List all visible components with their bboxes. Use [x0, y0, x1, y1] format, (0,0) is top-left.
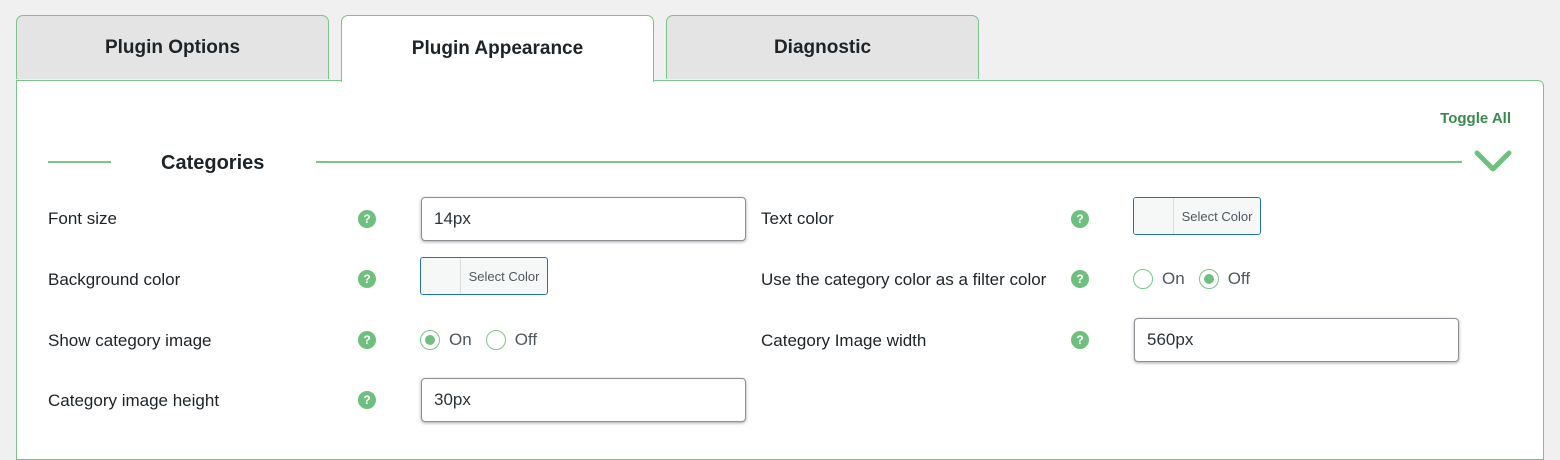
radio-label-on: On [449, 330, 472, 349]
help-icon[interactable]: ? [358, 270, 376, 288]
section-divider-left [48, 161, 111, 163]
tab-diagnostic[interactable]: Diagnostic [666, 15, 979, 79]
font-size-input[interactable] [421, 197, 746, 241]
radio-label-off: Off [1227, 269, 1251, 288]
chevron-down-icon[interactable] [1473, 149, 1513, 175]
category-filter-color-label: Use the category color as a filter color [761, 270, 1047, 289]
category-image-height-input[interactable] [421, 378, 746, 422]
toggle-all-link[interactable]: Toggle All [1440, 110, 1511, 127]
section-title-categories: Categories [161, 152, 265, 174]
color-swatch [421, 258, 461, 294]
help-icon[interactable]: ? [358, 210, 376, 228]
show-category-image-on[interactable]: On [420, 330, 472, 350]
category-filter-color-off[interactable]: Off [1198, 269, 1251, 289]
category-image-width-input[interactable] [1134, 318, 1459, 362]
help-icon[interactable]: ? [1071, 331, 1089, 349]
category-filter-color-radio-group: On Off [1133, 269, 1264, 289]
background-color-label: Background color [48, 270, 181, 289]
category-image-height-label: Category image height [48, 391, 220, 410]
help-icon[interactable]: ? [358, 331, 376, 349]
help-icon[interactable]: ? [1071, 270, 1089, 288]
show-category-image-off[interactable]: Off [485, 330, 538, 350]
radio-button[interactable] [485, 330, 506, 350]
tab-plugin-options[interactable]: Plugin Options [16, 15, 329, 79]
radio-button-checked[interactable] [1198, 269, 1219, 289]
radio-label-on: On [1162, 269, 1185, 288]
select-color-label: Select Color [1181, 208, 1253, 224]
select-color-label: Select Color [468, 268, 540, 284]
help-icon[interactable]: ? [1071, 210, 1089, 228]
color-swatch [1134, 198, 1174, 234]
section-divider-right [316, 161, 1462, 163]
category-image-width-label: Category Image width [761, 331, 927, 350]
radio-button-checked[interactable] [420, 330, 440, 350]
show-category-image-label: Show category image [48, 331, 212, 350]
category-filter-color-on[interactable]: On [1133, 269, 1185, 289]
tab-plugin-appearance[interactable]: Plugin Appearance [341, 15, 654, 82]
text-color-picker[interactable]: Select Color [1133, 197, 1261, 235]
show-category-image-radio-group: On Off [420, 330, 551, 350]
text-color-label: Text color [761, 209, 834, 228]
appearance-panel: Toggle All Categories Font size ? Text c… [16, 80, 1544, 460]
help-icon[interactable]: ? [358, 391, 376, 409]
radio-label-off: Off [514, 330, 538, 349]
background-color-picker[interactable]: Select Color [420, 257, 548, 295]
radio-button[interactable] [1133, 269, 1153, 289]
font-size-label: Font size [48, 209, 117, 228]
